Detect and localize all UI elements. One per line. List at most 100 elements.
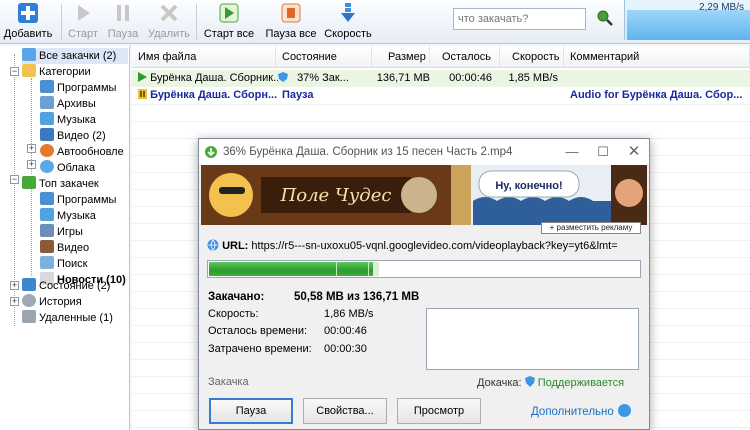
expand-state[interactable]: +	[10, 281, 19, 290]
column-state[interactable]: Состояние	[276, 46, 372, 68]
pause-button-label: Пауза	[107, 28, 139, 40]
banner-logo: Поле Чудес	[280, 185, 392, 206]
banner-text: Ну, конечно!	[495, 180, 562, 192]
pause-download-button[interactable]: Пауза	[209, 398, 293, 424]
tree-item-label: Все закачки (2)	[39, 50, 117, 62]
expand-history[interactable]: +	[10, 297, 19, 306]
search-icon	[40, 256, 54, 269]
column-size[interactable]: Размер	[372, 46, 430, 68]
tree-item-top[interactable]: Топ закачек	[22, 176, 99, 192]
start-all-button[interactable]: Старт все	[200, 0, 258, 44]
url-value: https://r5---sn-uxoxu05-vqnl.googlevideo…	[251, 240, 618, 252]
tree-item-label: Программы	[57, 82, 117, 94]
globe-icon	[207, 239, 219, 251]
pause-all-button[interactable]: Пауза все	[262, 0, 320, 44]
start-all-icon	[219, 3, 239, 23]
list-header: Имя файла Состояние Размер Осталось Скор…	[132, 46, 750, 68]
plus-icon	[18, 3, 38, 23]
column-comment[interactable]: Комментарий	[564, 46, 750, 68]
tree-item-state[interactable]: Состояние (2)	[22, 278, 110, 294]
row-state: Пауза	[282, 89, 314, 101]
tree-line	[31, 186, 32, 276]
ad-banner[interactable]: Поле Чудес Ну, конечно!	[201, 165, 647, 225]
row-size: 136,71 MB	[376, 72, 430, 84]
properties-button[interactable]: Свойства...	[303, 398, 387, 424]
search-input[interactable]	[453, 8, 586, 30]
download-progress-dialog: 36% Бурёнка Даша. Сборник из 15 песен Ча…	[198, 138, 650, 430]
games-icon	[40, 224, 54, 237]
row-state-text: 37% Зак...	[297, 72, 349, 84]
tree-item-categories[interactable]: Категории	[22, 64, 91, 80]
archives-icon	[40, 96, 54, 109]
row-filename-text: Бурёнка Даша. Сборник...	[150, 72, 278, 84]
section-label: Закачка	[208, 376, 249, 388]
view-button[interactable]: Просмотр	[397, 398, 481, 424]
pause-button[interactable]: Пауза	[104, 0, 142, 44]
tree-item-history[interactable]: История	[22, 294, 82, 310]
tree-item-label: Категории	[39, 66, 91, 78]
tree-item-programs[interactable]: Программы	[40, 80, 116, 96]
tree-item-games[interactable]: Игры	[40, 224, 83, 240]
column-filename[interactable]: Имя файла	[132, 46, 276, 68]
expand-autoupdate[interactable]: +	[27, 144, 36, 153]
more-link[interactable]: Дополнительно	[531, 404, 631, 418]
search-go-icon[interactable]	[596, 9, 614, 27]
tree-item-deleted[interactable]: Удаленные (1)	[22, 310, 113, 326]
add-button[interactable]: Добавить	[0, 0, 56, 44]
minimize-button[interactable]: —	[557, 139, 587, 165]
tree-item-clouds[interactable]: Облака	[40, 160, 95, 176]
speed-graph-fill	[627, 10, 750, 40]
maximize-button[interactable]: ☐	[588, 139, 618, 165]
programs-icon	[40, 80, 54, 93]
close-button[interactable]: ✕	[619, 139, 649, 165]
tree-item-label: Поиск	[57, 258, 88, 270]
tree-item-music[interactable]: Музыка	[40, 112, 96, 128]
tree-item-top-music[interactable]: Музыка	[40, 208, 96, 224]
downloaded-value: 50,58 MB из 136,71 MB	[294, 291, 420, 303]
tree-item-autoupdate[interactable]: Автообновле	[40, 144, 124, 160]
category-tree: − + + − + + Все закачки (2) Категории Пр…	[0, 46, 130, 430]
tree-item-top-programs[interactable]: Программы	[40, 192, 116, 208]
tree-item-all-downloads[interactable]: Все закачки (2)	[22, 48, 128, 64]
tree-item-top-video[interactable]: Видео	[40, 240, 89, 256]
tree-item-video[interactable]: Видео (2)	[40, 128, 106, 144]
paused-icon	[138, 89, 147, 99]
speed-button-label: Скорость	[324, 28, 372, 40]
place-ad-link[interactable]: + разместить рекламу	[541, 222, 641, 234]
row-speed: 1,85 MB/s	[508, 72, 558, 84]
categories-folder-icon	[22, 64, 36, 77]
dialog-title: 36% Бурёнка Даша. Сборник из 15 песен Ча…	[223, 146, 513, 158]
trash-icon	[22, 310, 36, 323]
delete-button[interactable]: Удалить	[146, 0, 192, 44]
video-icon	[40, 128, 54, 141]
expand-categories[interactable]: −	[10, 67, 19, 76]
tree-item-label: Удаленные (1)	[39, 312, 113, 324]
column-speed[interactable]: Скорость	[500, 46, 564, 68]
expand-clouds[interactable]: +	[27, 160, 36, 169]
speed-value: 1,86 MB/s	[324, 308, 374, 320]
video-icon	[40, 240, 54, 253]
spent-label: Затрачено времени:	[208, 343, 312, 355]
music-icon	[40, 208, 54, 221]
expand-top[interactable]: −	[10, 175, 19, 184]
chevron-down-icon	[617, 404, 631, 417]
spent-value: 00:00:30	[324, 343, 367, 355]
row-state: 37% Зак...	[278, 70, 372, 87]
app-icon	[205, 146, 217, 158]
column-remaining[interactable]: Осталось	[430, 46, 500, 68]
tree-item-archives[interactable]: Архивы	[40, 96, 96, 112]
progress-segment	[336, 262, 337, 276]
url-row: URL: https://r5---sn-uxoxu05-vqnl.google…	[207, 238, 643, 254]
speed-button[interactable]: Скорость	[322, 0, 374, 44]
table-row[interactable]: Бурёнка Даша. Сборн... Пауза Audio for Б…	[132, 87, 750, 104]
speed-graph: 2,29 MB/s	[624, 0, 750, 40]
music-icon	[40, 112, 54, 125]
start-button[interactable]: Старт	[64, 0, 102, 44]
tree-item-label: Автообновле	[57, 146, 124, 158]
table-row[interactable]: Бурёнка Даша. Сборник... 37% Зак... 136,…	[132, 70, 750, 87]
delete-x-icon	[160, 4, 178, 22]
tree-item-label: Состояние (2)	[39, 280, 111, 292]
row-filename: Бурёнка Даша. Сборник...	[138, 70, 278, 87]
tree-item-search[interactable]: Поиск	[40, 256, 87, 272]
tree-item-label: Игры	[57, 226, 83, 238]
